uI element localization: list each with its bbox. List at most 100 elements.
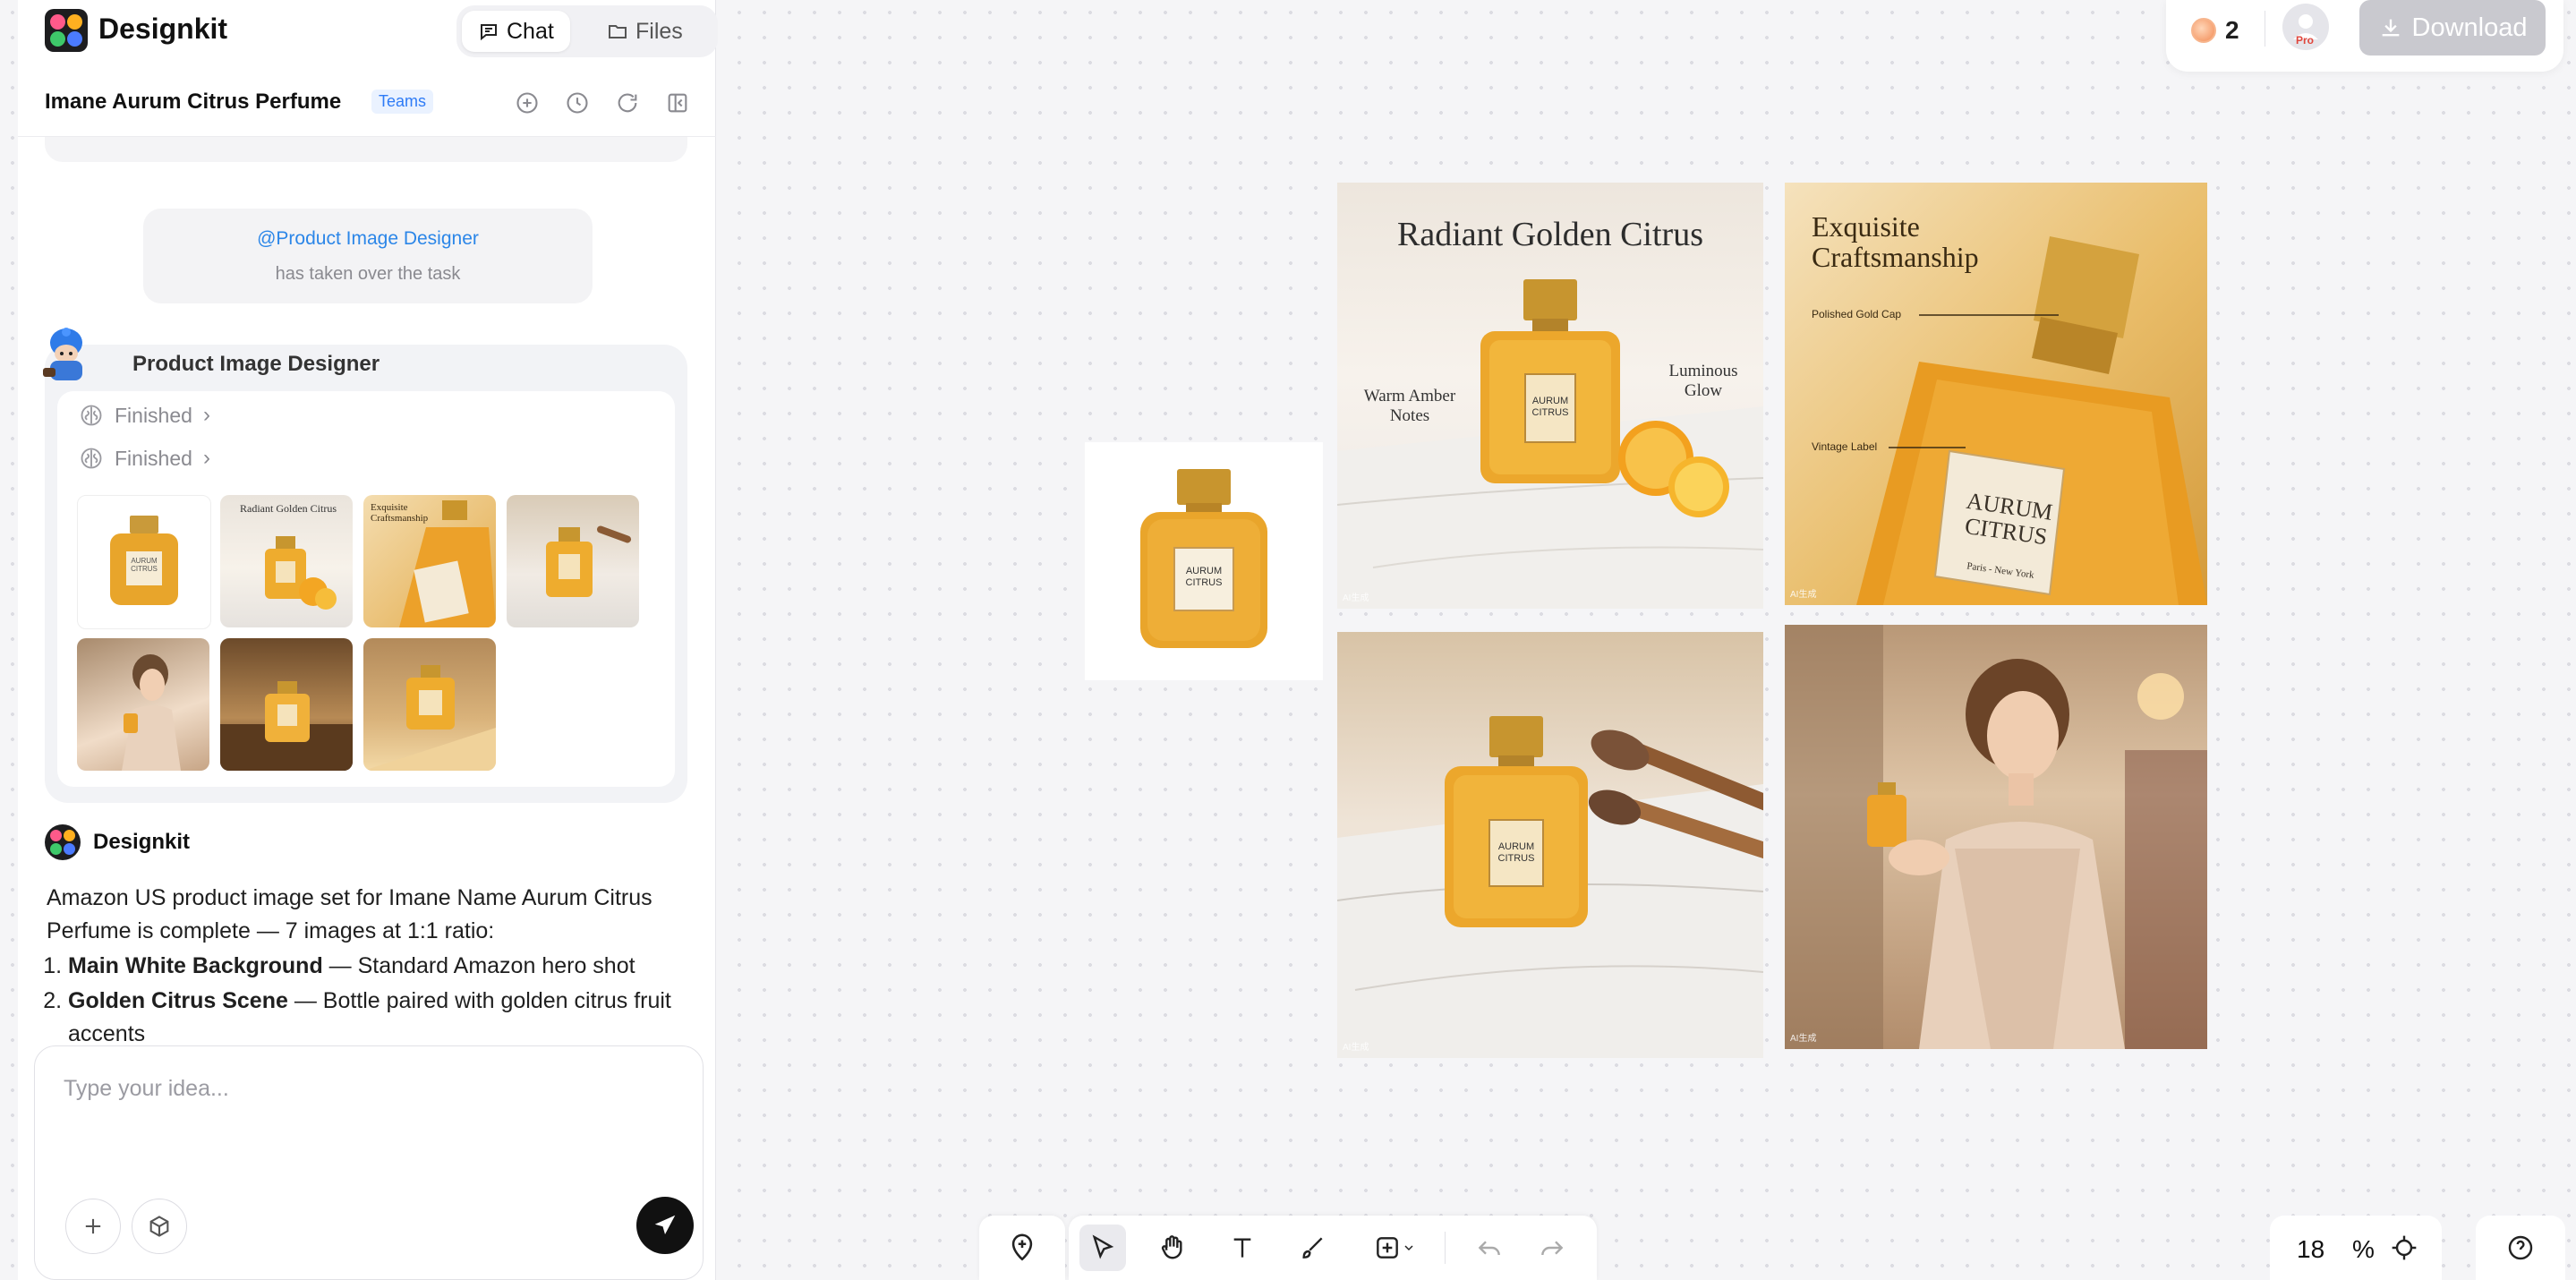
help-icon (2508, 1235, 2533, 1260)
result-thumbnail[interactable] (220, 638, 353, 771)
brush-tool[interactable] (1289, 1225, 1335, 1271)
status-row-finished[interactable]: Finished › (79, 400, 210, 431)
result-thumbnail[interactable]: Radiant Golden Citrus (220, 495, 353, 627)
brand-name: Designkit (98, 13, 228, 45)
zoom-unit: % (2352, 1235, 2375, 1263)
canvas-image-lifestyle[interactable]: AI生成 (1785, 625, 2207, 1049)
ai-generated-mark: AI生成 (1343, 1043, 1369, 1053)
result-thumbnail[interactable] (363, 638, 496, 771)
title-line: Exquisite (1812, 210, 1920, 243)
redo-button[interactable] (1529, 1225, 1575, 1271)
result-thumbnail[interactable] (77, 638, 209, 771)
teams-badge: Teams (371, 90, 434, 114)
folder-icon (609, 25, 627, 38)
text-icon (1233, 1238, 1251, 1258)
crosshair-icon (2392, 1235, 2417, 1260)
chat-icon (481, 24, 497, 41)
text-tool[interactable] (1219, 1225, 1266, 1271)
image-title: Radiant Golden Citrus (1397, 216, 1703, 253)
fit-to-screen-button[interactable] (2381, 1225, 2427, 1271)
ai-generated-mark: AI生成 (1790, 590, 1817, 600)
list-item: Main White Background — Standard Amazon … (68, 950, 691, 983)
callout-line: Warm Amber (1363, 387, 1456, 405)
result-thumbnail[interactable] (507, 495, 639, 627)
redo-icon (1541, 1241, 1564, 1256)
project-title: Imane Aurum Citrus Perfume (45, 90, 342, 114)
add-square-icon (1377, 1237, 1398, 1259)
bottle-label-line: CITRUS (1497, 853, 1535, 864)
brush-icon (1302, 1237, 1323, 1259)
list-item-title: Golden Citrus Scene (68, 988, 288, 1013)
bottle-label: AURUM CITRUS Paris - New York (1946, 487, 2065, 591)
previous-message-card (45, 137, 687, 162)
select-tool[interactable] (1079, 1225, 1126, 1271)
refresh-icon (618, 93, 637, 113)
send-icon (654, 1215, 676, 1234)
attach-button[interactable] (65, 1199, 121, 1254)
assistant-message: Amazon US product image set for Imane Na… (47, 882, 691, 1041)
takeover-text: has taken over the task (275, 264, 461, 284)
bottle-label-line: CITRUS (1185, 577, 1223, 588)
callout-line: Luminous (1668, 362, 1738, 380)
hand-tool[interactable] (1149, 1225, 1196, 1271)
bottle-label-line: AURUM (1497, 841, 1535, 852)
callout-polished-gold-cap: Polished Gold Cap (1812, 308, 1902, 320)
designkit-logo (45, 9, 88, 52)
collapse-panel-button[interactable] (662, 88, 693, 118)
canvas-image-radiant-golden-citrus[interactable]: Radiant Golden Citrus Warm Amber Notes L… (1337, 183, 1763, 609)
canvas-image-white-background[interactable]: AURUM CITRUS (1085, 442, 1323, 680)
agent-task-card: Product Image Designer Finished › Finish… (43, 328, 687, 803)
new-chat-button[interactable] (512, 88, 542, 118)
chevron-right-icon: › (202, 403, 210, 427)
chevron-down-icon (1404, 1245, 1413, 1251)
bottle-label-line: AURUM (1531, 396, 1569, 406)
prompt-input[interactable] (62, 1070, 674, 1107)
canvas-image-exquisite-craftsmanship[interactable]: Exquisite Craftsmanship Polished Gold Ca… (1785, 183, 2207, 605)
title-line: Craftsmanship (1812, 241, 1979, 273)
bottle-label: AURUM CITRUS (1525, 396, 1575, 419)
callout-line: Notes (1389, 406, 1430, 425)
chat-panel: Designkit Chat Files Imane Aurum Citrus … (18, 0, 718, 1280)
agent-results: Finished › Finished › AURUM CITRUS Radia… (57, 391, 675, 787)
takeover-notice: @Product Image Designer has taken over t… (143, 209, 593, 303)
assistant-message-header: Designkit (45, 824, 190, 860)
brain-icon (81, 405, 102, 426)
canvas-image-marble-brushes[interactable]: AURUM CITRUS AI生成 (1337, 632, 1763, 1058)
brain-icon (81, 448, 102, 469)
zoom-value[interactable]: 18 (2297, 1235, 2324, 1264)
toolbar-divider (1445, 1232, 1446, 1264)
status-row-finished[interactable]: Finished › (79, 443, 210, 474)
tab-chat[interactable]: Chat (462, 11, 570, 52)
tab-files[interactable]: Files (591, 11, 699, 52)
undo-icon (1478, 1241, 1500, 1256)
sidebar-collapse-icon (668, 93, 687, 113)
tab-files-label: Files (635, 18, 683, 44)
callout-vintage-label: Vintage Label (1812, 440, 1878, 453)
insert-tool-dropdown[interactable] (1361, 1225, 1429, 1271)
result-thumbnail[interactable]: Exquisite Craftsmanship (363, 495, 496, 627)
model-button[interactable] (132, 1199, 187, 1254)
assistant-name: Designkit (93, 830, 191, 854)
chevron-right-icon: › (202, 446, 210, 470)
bottle-label-line: AURUM (1185, 566, 1223, 576)
takeover-mention[interactable]: @Product Image Designer (143, 228, 593, 250)
history-button[interactable] (562, 88, 593, 118)
agent-avatar (39, 323, 93, 386)
clock-icon (567, 92, 588, 114)
refresh-button[interactable] (612, 88, 643, 118)
list-item-text: — Standard Amazon hero shot (322, 953, 635, 978)
undo-button[interactable] (1466, 1225, 1513, 1271)
help-control (2476, 1216, 2565, 1280)
result-thumbnail[interactable]: AURUM CITRUS (77, 495, 211, 629)
project-titlebar: Imane Aurum Citrus Perfume Teams (18, 73, 716, 137)
send-button[interactable] (636, 1197, 694, 1254)
ai-marker-tool[interactable] (999, 1225, 1045, 1271)
help-button[interactable] (2497, 1225, 2544, 1271)
chat-messages[interactable]: @Product Image Designer has taken over t… (18, 137, 716, 1041)
message-list: Main White Background — Standard Amazon … (47, 950, 691, 1041)
canvas-toolbar (1069, 1216, 1597, 1280)
assistant-avatar (45, 824, 81, 860)
callout-luminous-glow: Luminous Glow (1654, 362, 1753, 401)
bottle-label: AURUM CITRUS (1489, 841, 1543, 865)
message-intro: Amazon US product image set for Imane Na… (47, 885, 653, 943)
